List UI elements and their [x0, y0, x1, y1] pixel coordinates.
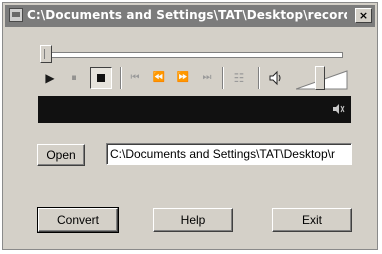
rewind-icon[interactable]: ⏪	[150, 68, 168, 88]
file-path-field[interactable]: C:\Documents and Settings\TAT\Desktop\r	[106, 143, 352, 165]
help-button[interactable]: Help	[153, 208, 233, 232]
seek-bar[interactable]	[40, 52, 343, 58]
volume-thumb[interactable]	[315, 66, 325, 90]
fast-forward-icon[interactable]: ⏩	[174, 68, 192, 88]
speaker-icon[interactable]	[266, 68, 286, 88]
speaker-icon-graphic	[269, 70, 281, 86]
stop-icon[interactable]	[90, 67, 112, 89]
convert-button[interactable]: Convert	[37, 207, 119, 233]
divider	[222, 67, 224, 89]
pause-icon[interactable]: ⏸	[66, 68, 82, 88]
app-icon	[9, 8, 23, 22]
video-display	[38, 96, 351, 123]
window-title: C:\Documents and Settings\TAT\Desktop\re…	[27, 8, 347, 22]
open-button[interactable]: Open	[37, 144, 85, 166]
display-speaker-icon	[333, 104, 345, 114]
close-button[interactable]: ×	[355, 8, 372, 23]
seek-thumb[interactable]	[40, 45, 52, 63]
title-bar[interactable]: C:\Documents and Settings\TAT\Desktop\re…	[5, 5, 375, 27]
skip-to-end-icon[interactable]: ⏭	[198, 68, 216, 88]
playlist-icon[interactable]: ☷	[230, 68, 248, 88]
divider	[120, 67, 122, 89]
skip-to-start-icon[interactable]: ⏮	[126, 68, 144, 88]
divider	[258, 67, 260, 89]
exit-button[interactable]: Exit	[272, 208, 352, 232]
play-icon[interactable]: ▶	[42, 68, 58, 88]
